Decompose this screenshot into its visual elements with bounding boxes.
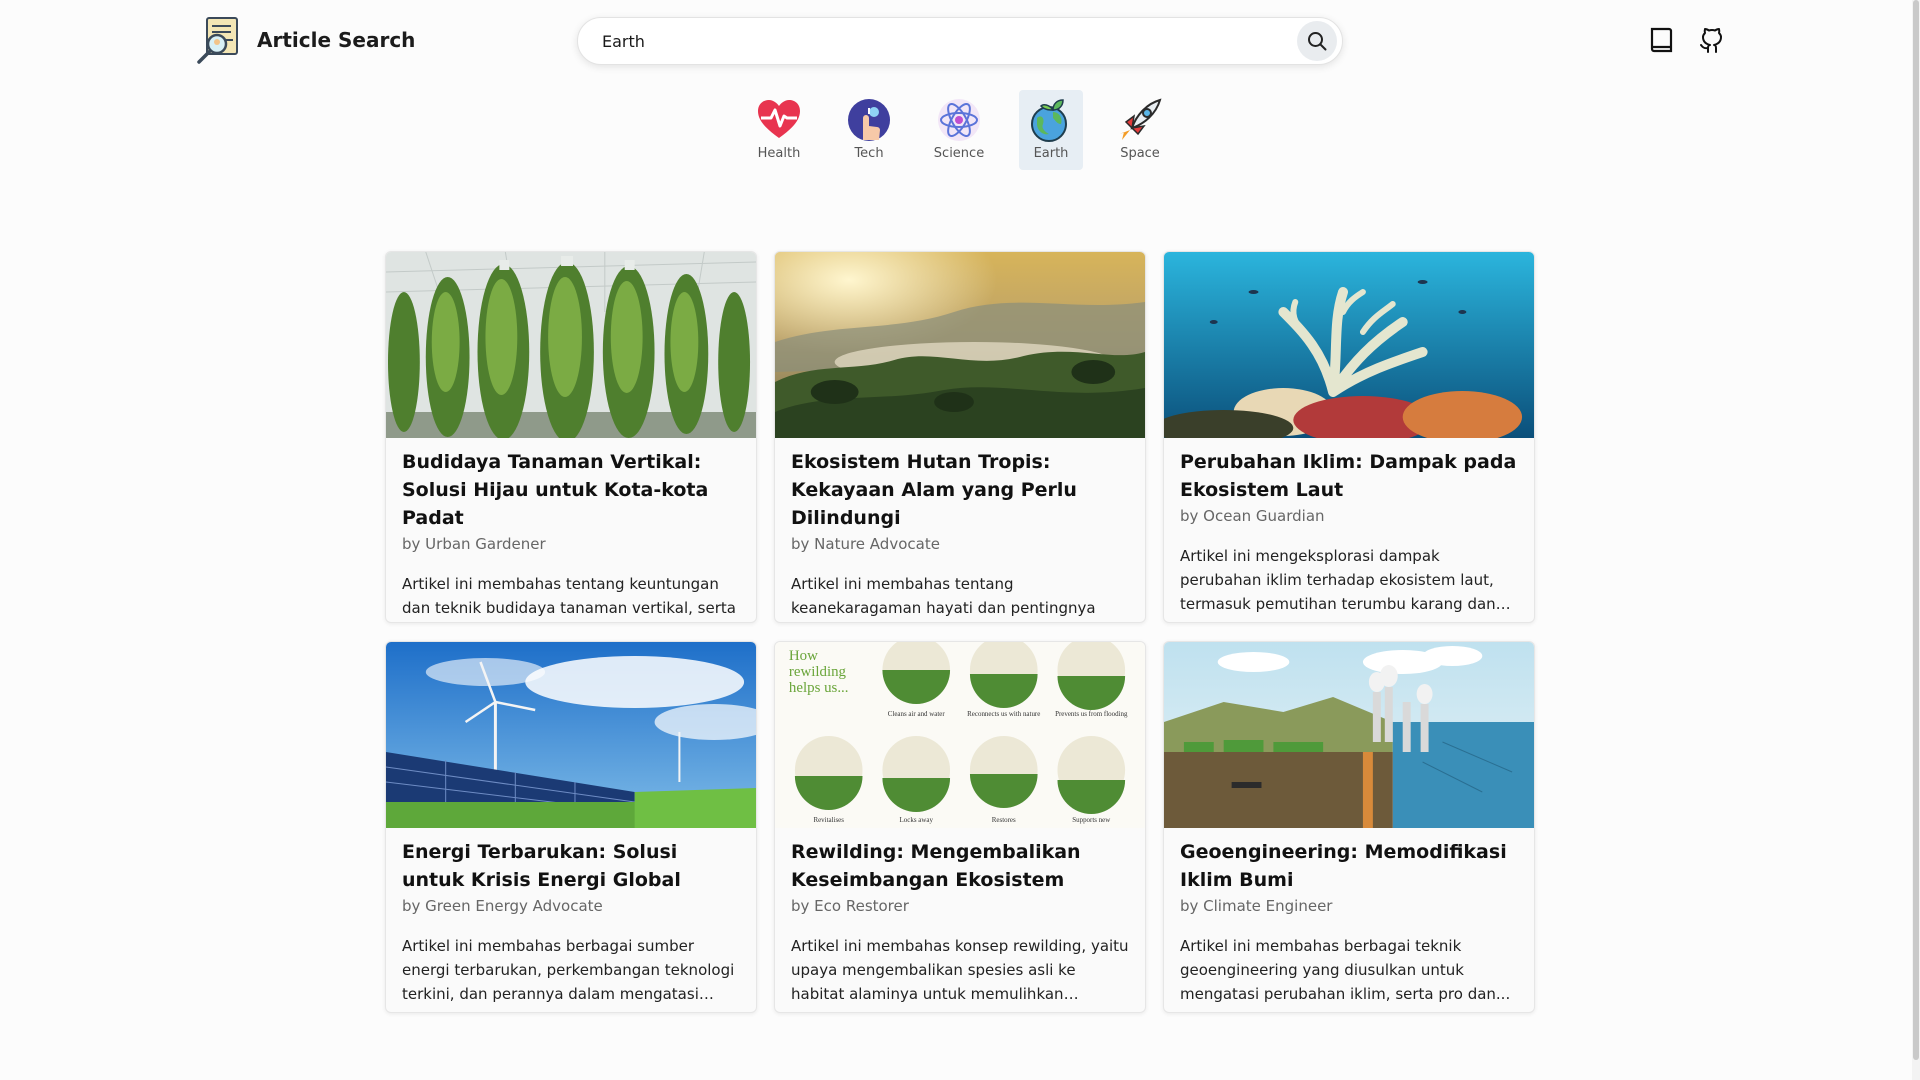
infographic-item-label: Locks away <box>900 816 934 824</box>
app-title: Article Search <box>257 28 416 52</box>
article-author: by Ocean Guardian <box>1180 507 1325 525</box>
search-input[interactable] <box>578 18 1297 64</box>
article-title[interactable]: Rewilding: Mengembalikan Keseimbangan Ek… <box>791 838 1129 894</box>
touch-tech-icon <box>848 99 890 141</box>
article-description: Artikel ini membahas berbagai teknik geo… <box>1180 937 1511 1003</box>
infographic-item-label: Cleans air and water <box>888 710 946 718</box>
search-bar <box>577 17 1343 65</box>
github-button[interactable] <box>1694 22 1730 58</box>
rewilding-infographic-image: How rewilding helps us... Cleans air and… <box>775 642 1145 828</box>
infographic-item-label: Reconnects us with nature <box>967 710 1040 718</box>
infographic-item-label: Restores <box>992 816 1016 824</box>
infographic-heading: How <box>789 648 818 664</box>
article-title[interactable]: Budidaya Tanaman Vertikal: Solusi Hijau … <box>402 448 740 532</box>
category-label: Health <box>757 146 801 161</box>
vertical-farm-image <box>386 252 756 438</box>
heart-pulse-icon <box>758 100 800 138</box>
article-title[interactable]: Geoengineering: Memodifikasi Iklim Bumi <box>1180 838 1518 894</box>
article-card[interactable]: Perubahan Iklim: Dampak pada Ekosistem L… <box>1163 251 1535 623</box>
article-card[interactable]: Energi Terbarukan: Solusi untuk Krisis E… <box>385 641 757 1013</box>
search-button[interactable] <box>1297 21 1337 61</box>
category-tech[interactable]: Tech <box>837 90 901 170</box>
brand[interactable]: Article Search <box>193 14 415 66</box>
article-title[interactable]: Perubahan Iklim: Dampak pada Ekosistem L… <box>1180 448 1518 504</box>
article-card[interactable]: How rewilding helps us... Cleans air and… <box>774 641 1146 1013</box>
coral-reef-image <box>1164 252 1534 438</box>
article-title[interactable]: Ekosistem Hutan Tropis: Kekayaan Alam ya… <box>791 448 1129 532</box>
header: Article Search <box>0 0 1920 84</box>
category-label: Earth <box>1033 146 1069 161</box>
github-icon <box>1700 28 1722 53</box>
geoengineering-diagram-image <box>1164 642 1534 828</box>
category-earth[interactable]: Earth <box>1019 90 1083 170</box>
earth-plant-icon <box>1031 99 1067 142</box>
infographic-heading: helps us... <box>789 680 849 696</box>
category-science[interactable]: Science <box>927 90 991 170</box>
article-description: Artikel ini membahas tentang keuntungan … <box>402 575 736 617</box>
article-description: Artikel ini membahas tentang keanekaraga… <box>791 575 1096 617</box>
article-author: by Green Energy Advocate <box>402 897 603 915</box>
article-author: by Climate Engineer <box>1180 897 1333 915</box>
article-card[interactable]: Ekosistem Hutan Tropis: Kekayaan Alam ya… <box>774 251 1146 623</box>
category-health[interactable]: Health <box>747 90 811 170</box>
book-button[interactable] <box>1644 22 1680 58</box>
infographic-heading: rewilding <box>789 664 847 680</box>
category-label: Tech <box>854 146 884 161</box>
category-bar: Health Tech Science Earth Space <box>0 90 1920 170</box>
book-icon <box>1650 27 1673 53</box>
article-description: Artikel ini membahas konsep rewilding, y… <box>791 937 1129 1003</box>
scrollbar-thumb[interactable] <box>1913 0 1919 1060</box>
article-author: by Eco Restorer <box>791 897 909 915</box>
article-title[interactable]: Energi Terbarukan: Solusi untuk Krisis E… <box>402 838 740 894</box>
category-space[interactable]: Space <box>1108 90 1172 170</box>
article-card[interactable]: Geoengineering: Memodifikasi Iklim Bumi … <box>1163 641 1535 1013</box>
rainforest-image <box>775 252 1145 438</box>
atom-icon <box>938 99 980 141</box>
article-author: by Urban Gardener <box>402 535 546 553</box>
article-description: Artikel ini membahas berbagai sumber ene… <box>402 937 735 1003</box>
page-scrollbar[interactable] <box>1912 0 1920 1080</box>
infographic-item-label: Prevents us from flooding <box>1055 710 1128 718</box>
article-card[interactable]: Budidaya Tanaman Vertikal: Solusi Hijau … <box>385 251 757 623</box>
infographic-item-label: Revitalises <box>813 816 844 824</box>
infographic-item-label: Supports new <box>1072 816 1110 824</box>
category-label: Space <box>1120 146 1160 161</box>
category-label: Science <box>933 146 985 161</box>
article-description: Artikel ini mengeksplorasi dampak peruba… <box>1180 547 1496 613</box>
rocket-icon <box>1120 98 1162 140</box>
article-search-logo-icon <box>197 17 238 64</box>
article-author: by Nature Advocate <box>791 535 940 553</box>
search-icon <box>1308 32 1327 51</box>
solar-wind-image <box>386 642 756 828</box>
